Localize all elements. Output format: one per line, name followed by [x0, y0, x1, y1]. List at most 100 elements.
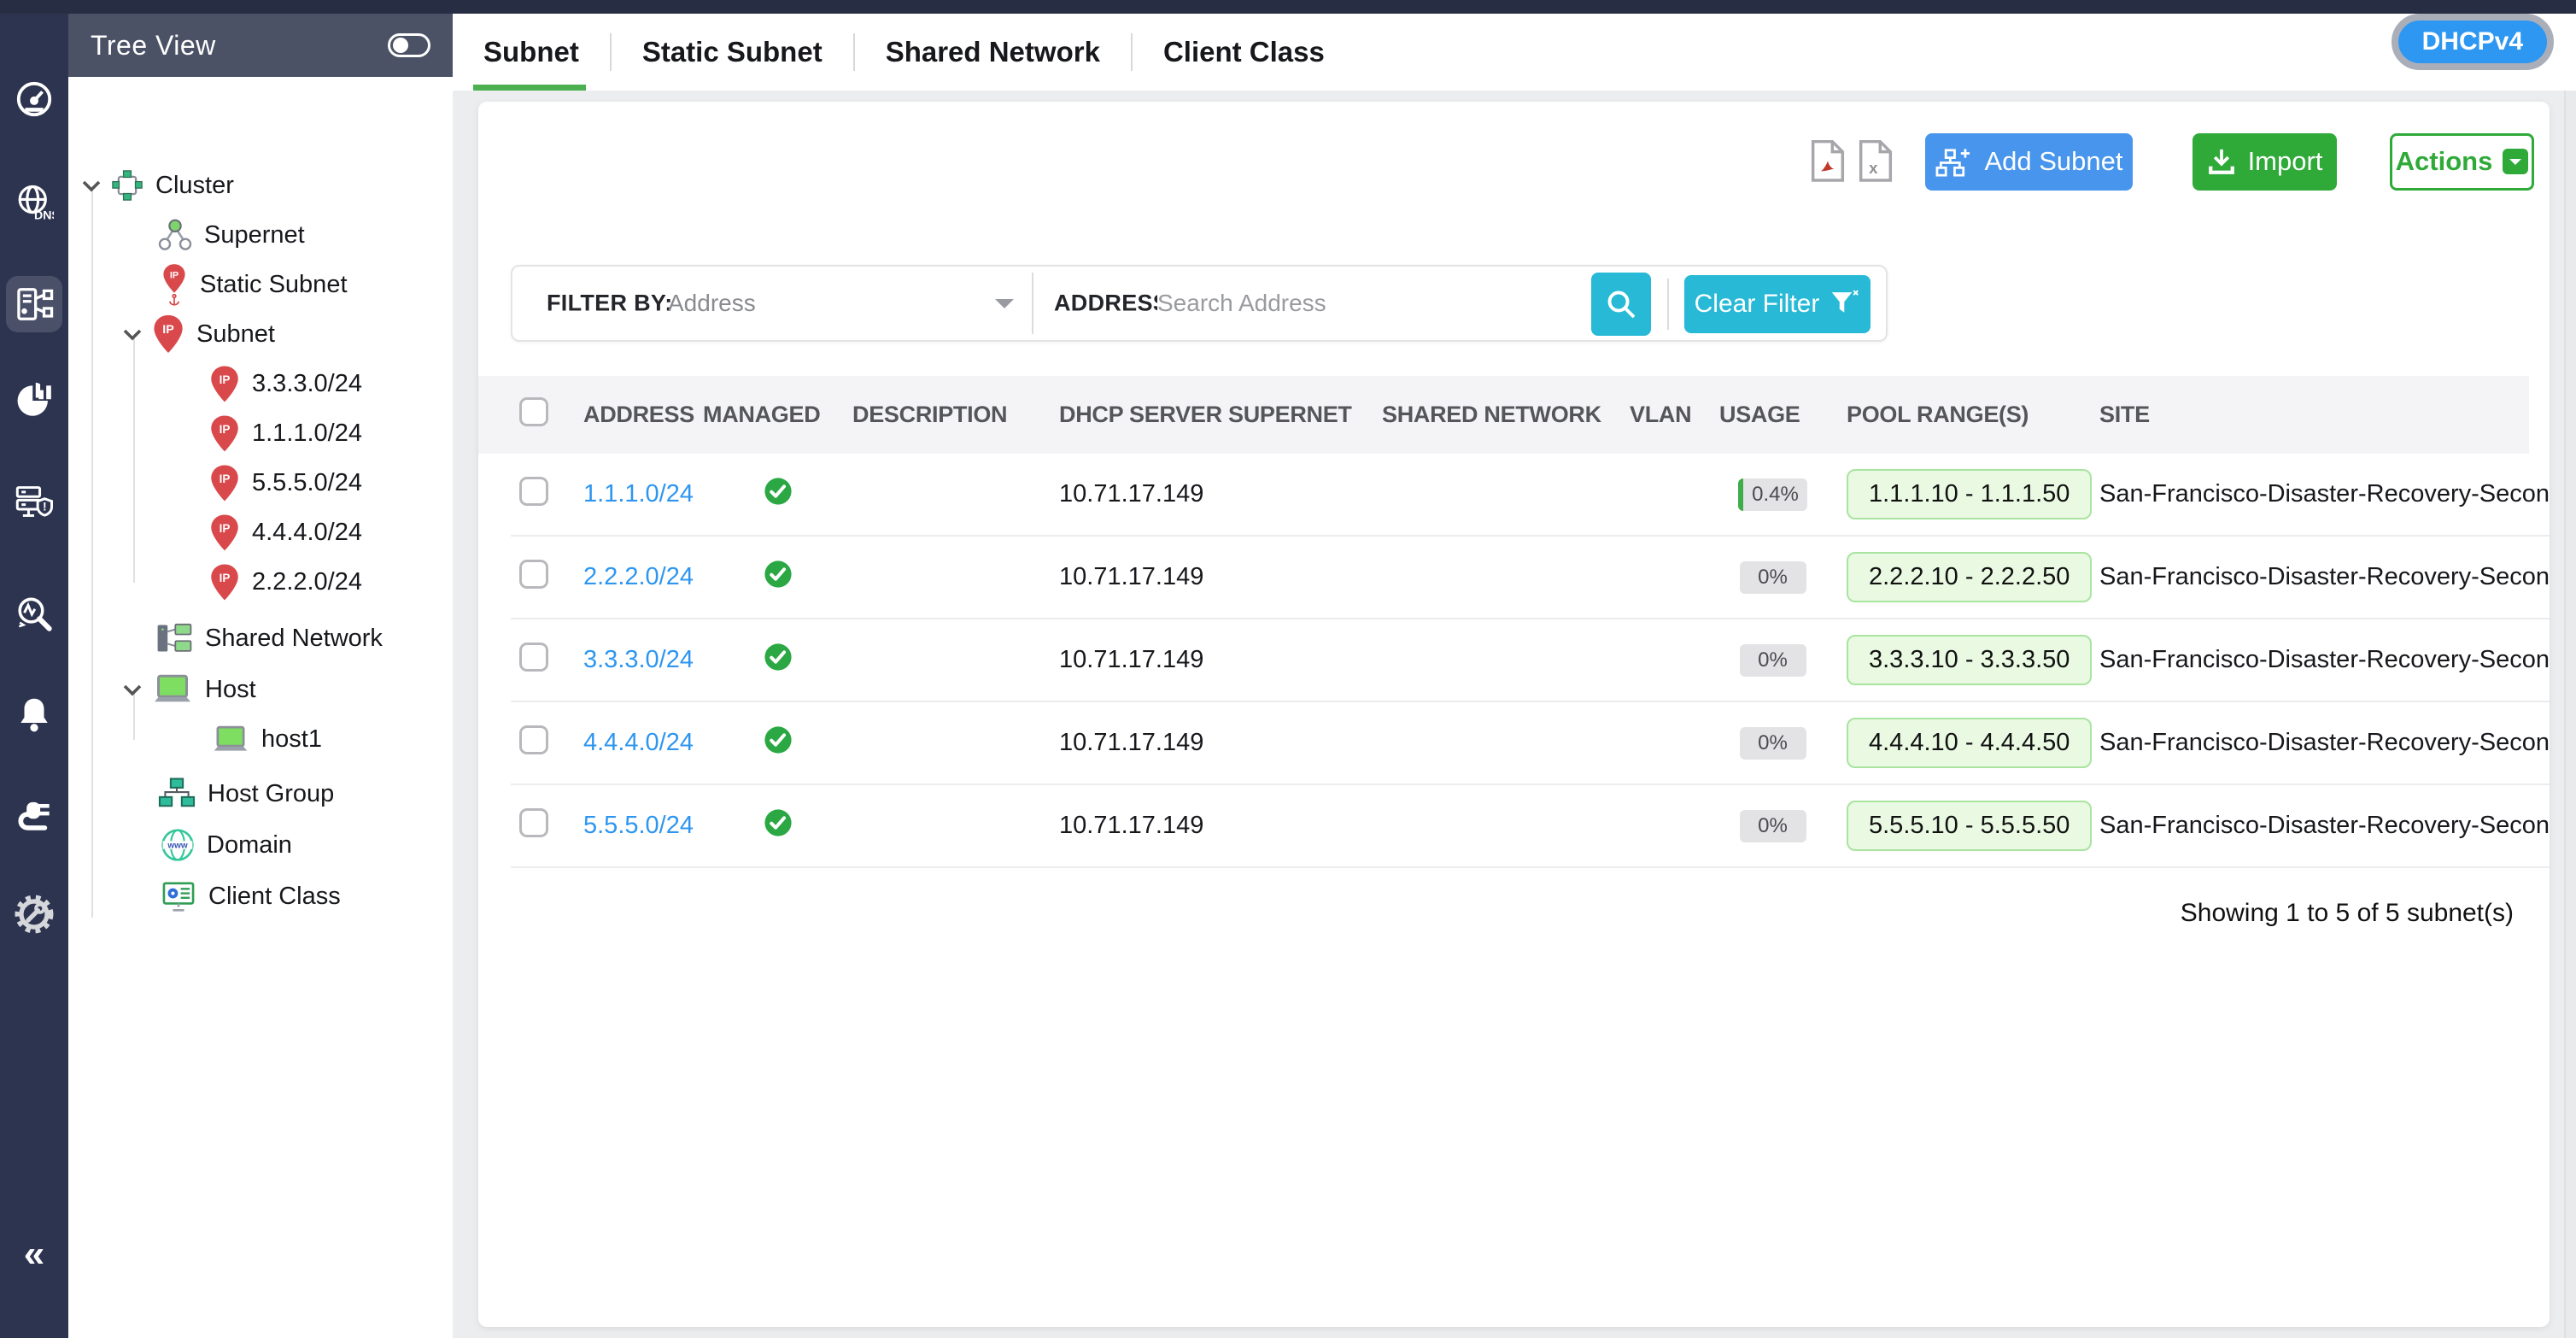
tab-subnet[interactable]: Subnet: [453, 14, 610, 91]
dashboard-icon[interactable]: [14, 79, 55, 120]
chevron-down-icon[interactable]: [77, 179, 106, 192]
select-all-checkbox[interactable]: [519, 397, 548, 426]
tree-item-label: Supernet: [204, 221, 305, 249]
analytics-search-icon[interactable]: [14, 594, 55, 635]
row-checkbox[interactable]: [519, 643, 548, 672]
import-button[interactable]: Import: [2193, 133, 2337, 191]
tab-static-subnet[interactable]: Static Subnet: [612, 14, 853, 91]
col-header-dhcp-server[interactable]: DHCP SERVER: [1040, 402, 1228, 428]
select-caret-icon[interactable]: [995, 299, 1014, 318]
add-subnet-button[interactable]: Add Subnet: [1925, 133, 2133, 191]
pool-range-chip: 5.5.5.10 - 5.5.5.50: [1847, 801, 2092, 851]
tree-item-subnet-3333[interactable]: IP 3.3.3.0/24: [209, 359, 362, 408]
server-alert-icon[interactable]: !: [14, 481, 55, 522]
tab-label: Shared Network: [886, 36, 1100, 68]
shared-network-icon: [155, 621, 193, 655]
tree-item-domain[interactable]: www Domain: [161, 820, 292, 870]
subnet-address-link[interactable]: 1.1.1.0/24: [562, 480, 694, 508]
tree-item-subnet-2222[interactable]: IP 2.2.2.0/24: [209, 557, 362, 607]
row-checkbox[interactable]: [519, 808, 548, 837]
cluster-icon: [111, 169, 143, 202]
chevron-down-icon[interactable]: [118, 328, 147, 341]
subnet-address-link[interactable]: 5.5.5.0/24: [562, 812, 694, 839]
add-subnet-icon: [1935, 146, 1972, 177]
tree-item-host1[interactable]: host1: [212, 714, 322, 764]
filter-by-select[interactable]: Address: [668, 290, 756, 317]
dhcp-server-cell: 10.71.17.149: [1040, 729, 1228, 757]
col-header-vlan[interactable]: VLAN: [1630, 402, 1719, 428]
protocol-badge[interactable]: DHCPv4: [2392, 14, 2554, 70]
chevron-down-icon[interactable]: [118, 684, 147, 696]
tree-item-subnet-4444[interactable]: IP 4.4.4.0/24: [209, 508, 362, 557]
settings-icon[interactable]: [14, 894, 55, 935]
tree-view-panel: Tree View Cluster Supernet IP Static Sub…: [68, 14, 453, 1338]
dns-icon[interactable]: DNS: [14, 182, 55, 223]
domain-icon: www: [161, 828, 195, 862]
tree-guide-line: [133, 337, 135, 583]
page-scrollbar[interactable]: [2564, 14, 2576, 1338]
tree-item-subnet-5555[interactable]: IP 5.5.5.0/24: [209, 458, 362, 508]
tree-item-label: Static Subnet: [200, 271, 348, 299]
row-checkbox[interactable]: [519, 477, 548, 506]
tree-item-cluster[interactable]: Cluster: [77, 161, 234, 210]
dhcp-icon[interactable]: [14, 284, 55, 325]
svg-text:IP: IP: [162, 323, 174, 337]
managed-check-icon: [764, 643, 793, 672]
tree-item-host-group[interactable]: Host Group: [158, 769, 334, 819]
actions-button[interactable]: Actions: [2390, 133, 2534, 191]
filter-by-label: FILTER BY:: [547, 290, 672, 317]
svg-text:www: www: [167, 842, 188, 851]
tree-item-label: 4.4.4.0/24: [252, 519, 362, 547]
tree-item-subnet[interactable]: IP Subnet: [118, 309, 275, 359]
col-header-supernet[interactable]: SUPERNET: [1228, 402, 1382, 428]
import-icon: [2207, 147, 2236, 176]
dhcp-server-cell: 10.71.17.149: [1040, 646, 1228, 674]
tree-view-toggle[interactable]: [388, 33, 430, 57]
svg-text:IP: IP: [220, 571, 231, 584]
search-address-input[interactable]: [1157, 279, 1559, 328]
search-button[interactable]: [1591, 273, 1651, 336]
svg-text:IP: IP: [220, 521, 231, 534]
tree-item-shared-network[interactable]: Shared Network: [155, 613, 383, 663]
tab-shared-network[interactable]: Shared Network: [855, 14, 1131, 91]
tree-item-label: Client Class: [208, 883, 341, 911]
tree-item-host[interactable]: Host: [118, 665, 256, 714]
top-strip: [0, 0, 2576, 14]
pool-range-chip: 2.2.2.10 - 2.2.2.50: [1847, 552, 2092, 602]
col-header-managed[interactable]: MANAGED: [703, 402, 852, 428]
col-header-description[interactable]: DESCRIPTION: [852, 402, 1040, 428]
clear-filter-button[interactable]: Clear Filter: [1684, 275, 1871, 333]
tree-view-header: Tree View: [68, 14, 453, 77]
subnet-address-link[interactable]: 4.4.4.0/24: [562, 729, 694, 756]
tree-item-client-class[interactable]: Client Class: [161, 871, 341, 921]
table-row: 5.5.5.0/24 10.71.17.149 0% 5.5.5.10 - 5.…: [511, 785, 2550, 868]
toolbar: x Add Subnet Import Actions: [1811, 132, 2534, 191]
subnet-address-link[interactable]: 3.3.3.0/24: [562, 646, 694, 673]
pdf-export-icon[interactable]: [1811, 139, 1845, 184]
row-checkbox[interactable]: [519, 560, 548, 589]
col-header-pool-ranges[interactable]: POOL RANGE(S): [1826, 402, 2065, 428]
subnet-address-link[interactable]: 2.2.2.0/24: [562, 563, 694, 590]
pool-range-chip: 4.4.4.10 - 4.4.4.50: [1847, 718, 2092, 768]
col-header-site[interactable]: SITE: [2065, 402, 2529, 428]
tree-item-subnet-1111[interactable]: IP 1.1.1.0/24: [209, 408, 362, 458]
tree-item-supernet[interactable]: Supernet: [158, 210, 305, 260]
integrations-icon[interactable]: [14, 794, 55, 835]
tree-guide-line: [91, 190, 93, 918]
col-header-shared-network[interactable]: SHARED NETWORK: [1382, 402, 1630, 428]
col-header-address[interactable]: ADDRESS: [562, 402, 703, 428]
search-icon: [1606, 289, 1636, 320]
excel-export-icon[interactable]: x: [1859, 139, 1893, 184]
col-header-usage[interactable]: USAGE: [1719, 402, 1826, 428]
reports-icon[interactable]: [14, 380, 55, 421]
tree-item-static-subnet[interactable]: IP Static Subnet: [161, 260, 348, 309]
managed-check-icon: [764, 560, 793, 589]
active-tab-underline: [473, 85, 586, 91]
tree-item-label: 2.2.2.0/24: [252, 568, 362, 596]
collapse-sidebar-button[interactable]: «: [0, 1233, 68, 1276]
svg-text:x: x: [1869, 159, 1878, 177]
tab-client-class[interactable]: Client Class: [1133, 14, 1355, 91]
usage-badge: 0.4%: [1738, 478, 1807, 511]
notifications-icon[interactable]: [14, 694, 55, 735]
row-checkbox[interactable]: [519, 725, 548, 754]
